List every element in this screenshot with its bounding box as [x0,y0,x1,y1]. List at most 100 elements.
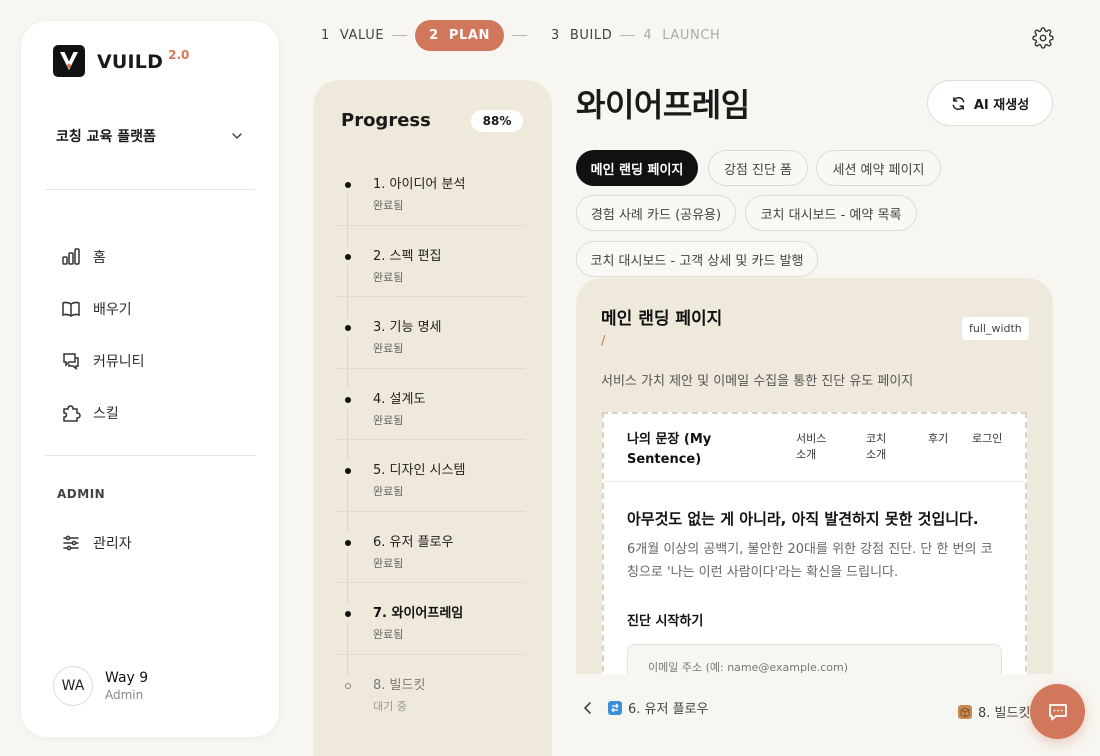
step-complete-dot [345,468,351,474]
phase-stepper: 1 VALUE 2 PLAN 3 BUILD 4 LAUNCH [321,20,720,51]
divider [45,189,255,190]
phase-step-label: VALUE [339,28,385,43]
wf-nav-service[interactable]: 서비스 소개 [796,431,832,463]
tab-coach-client-detail[interactable]: 코치 대시보드 - 고객 상세 및 카드 발행 [576,241,818,277]
nav-item-home[interactable]: 홈 [61,231,251,283]
sliders-icon [63,535,79,551]
step-complete-dot [345,396,351,403]
phase-step-launch[interactable]: 4 LAUNCH [643,28,720,43]
plan-step[interactable]: 1. 아이디어 분석 완료됨 [335,154,525,246]
chat-icon [63,353,79,371]
page-title: 와이어프레임 [576,86,750,124]
phase-step-value[interactable]: 1 VALUE [321,28,384,43]
plan-step[interactable]: 6. 유저 플로우 완료됨 [335,512,525,604]
tab-session-booking[interactable]: 세션 예약 페이지 [816,150,941,186]
prev-step-link[interactable]: 6. 유저 플로우 [580,698,708,717]
screen-description: 서비스 가치 제안 및 이메일 수집을 통한 진단 유도 페이지 [601,374,914,389]
plan-steps-list: 1. 아이디어 분석 완료됨 2. 스펙 편집 완료됨 3. 기능 명세 완료됨… [335,154,525,726]
plan-step-status: 완료됨 [373,199,404,212]
user-profile[interactable]: WA Way 9 Admin [53,666,148,706]
wf-nav-coach[interactable]: 코치 소개 [866,431,892,463]
nav-item-label: 커뮤니티 [93,354,145,370]
wf-hero-headline: 아무것도 없는 게 아니라, 아직 발견하지 못한 것입니다. [627,510,979,528]
nav-item-learn[interactable]: 배우기 [61,283,251,335]
gear-icon [1032,27,1054,49]
phase-step-build[interactable]: 3 BUILD [551,28,612,43]
step-complete-dot [345,539,351,546]
next-step-link[interactable]: 8. 빌드킷 [958,702,1030,721]
refresh-icon [952,96,965,110]
plan-step-status: 완료됨 [373,342,404,355]
chevron-left-icon [584,701,591,714]
chevron-down-icon [232,133,242,139]
plan-step-label: 8. 빌드킷 [373,677,426,693]
wf-nav-login[interactable]: 로그인 [972,431,1002,447]
wf-email-input[interactable]: 이메일 주소 (예: name@example.com) [627,644,1002,674]
tab-coach-booking-list[interactable]: 코치 대시보드 - 예약 목록 [745,195,917,231]
plan-step[interactable]: 8. 빌드킷 대기 중 [335,655,525,727]
phase-step-number: 1 [321,28,330,43]
step-complete-dot [345,253,351,260]
project-select[interactable]: 코칭 교육 플랫폼 [56,126,244,146]
step-separator [392,35,408,36]
step-complete-dot [345,325,351,331]
wf-header: 나의 문장 (My Sentence) 서비스 소개 코치 소개 후기 로그인 [604,414,1025,482]
plan-step-status: 완료됨 [373,556,404,570]
tab-experience-card[interactable]: 경험 사례 카드 (공유용) [576,195,736,231]
plan-step[interactable]: 3. 기능 명세 완료됨 [335,297,525,389]
phase-step-number: 3 [550,28,560,43]
vuild-logo-icon [53,45,85,77]
screen-path: / [601,334,606,349]
step-separator [511,35,527,36]
wireframe-canvas: 나의 문장 (My Sentence) 서비스 소개 코치 소개 후기 로그인 … [602,412,1027,674]
progress-title: Progress [341,110,431,131]
progress-percent-badge: 88% [471,110,523,132]
tab-strength-diagnosis[interactable]: 강점 진단 폼 [708,150,808,186]
plan-step-label: 4. 설계도 [373,391,426,407]
project-select-value: 코칭 교육 플랫폼 [56,129,156,145]
plan-step-label: 7. 와이어프레임 [373,606,464,621]
phase-step-label: LAUNCH [662,28,721,43]
plan-step-current[interactable]: 7. 와이어프레임 완료됨 [335,583,525,675]
admin-section-label: ADMIN [57,487,106,501]
plan-step-status: 완료됨 [373,413,404,427]
plan-step-status: 대기 중 [373,699,407,713]
settings-button[interactable] [1032,27,1054,53]
package-icon [958,704,972,719]
nav-item-community[interactable]: 커뮤니티 [61,335,251,387]
wf-hero-subtext: 6개월 이상의 공백기, 불안한 20대를 위한 강점 진단. 단 한 번의 코… [627,542,993,580]
ai-regenerate-label: AI 재생성 [973,97,1030,113]
chat-fab-button[interactable] [1030,684,1085,739]
phase-step-label: PLAN [448,28,490,43]
plan-step[interactable]: 5. 디자인 시스템 완료됨 [335,440,525,532]
chart-bar-icon [62,248,80,265]
sidebar: VUILD 2.0 코칭 교육 플랫폼 홈 배우기 커뮤니티 스킬 ADMIN … [21,21,279,737]
wf-cta-title: 진단 시작하기 [627,614,704,629]
wf-nav-reviews[interactable]: 후기 [928,431,948,447]
chat-bubble-icon [1048,703,1067,720]
brand[interactable]: VUILD 2.0 [53,45,189,77]
plan-step[interactable]: 4. 설계도 완료됨 [335,369,525,461]
tab-main-landing[interactable]: 메인 랜딩 페이지 [576,150,698,186]
plan-step[interactable]: 2. 스펙 편집 완료됨 [335,226,525,318]
nav-item-skills[interactable]: 스킬 [61,387,251,439]
phase-step-label: BUILD [569,28,613,43]
puzzle-icon [63,405,81,422]
divider [45,455,255,456]
phase-step-plan[interactable]: 2 PLAN [415,20,504,51]
plan-step-label: 1. 아이디어 분석 [373,177,466,192]
step-complete-dot [345,182,351,188]
user-role: Admin [105,688,144,702]
plan-step-label: 2. 스펙 편집 [373,248,442,264]
plan-step-status: 완료됨 [373,628,404,641]
phase-step-number: 2 [429,28,439,43]
nav-item-admin[interactable]: 관리자 [61,517,132,569]
plan-step-status: 완료됨 [373,485,404,498]
brand-name: VUILD [97,51,164,73]
progress-panel: Progress 88% 1. 아이디어 분석 완료됨 2. 스펙 편집 완료됨… [313,80,552,756]
nav-item-label: 배우기 [93,302,132,318]
flow-icon [608,700,622,715]
screen-title: 메인 랜딩 페이지 [601,309,723,329]
nav-item-label: 홈 [93,250,106,266]
ai-regenerate-button[interactable]: AI 재생성 [927,80,1053,126]
